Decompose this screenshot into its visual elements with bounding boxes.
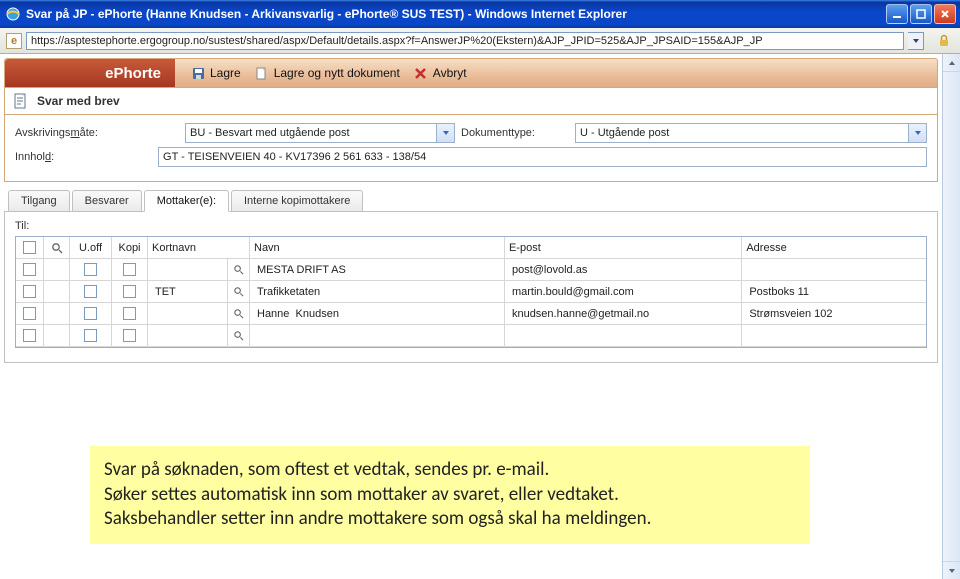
avskriv-select[interactable]: BU - Besvart med utgående post <box>185 123 455 143</box>
window-title: Svar på JP - ePhorte (Hanne Knudsen - Ar… <box>26 7 886 21</box>
page-icon: e <box>6 33 22 49</box>
row-kortnavn-input[interactable] <box>152 303 223 324</box>
close-button[interactable] <box>934 4 956 24</box>
url-dropdown-button[interactable] <box>908 32 924 50</box>
window-titlebar: Svar på JP - ePhorte (Hanne Knudsen - Ar… <box>0 0 960 28</box>
avskriv-label: Avskrivingsmåte: <box>15 127 185 139</box>
chevron-down-icon[interactable] <box>437 123 455 143</box>
save-icon <box>191 66 205 80</box>
row-kopi-checkbox[interactable] <box>112 281 148 302</box>
row-uoff-checkbox[interactable] <box>70 325 112 346</box>
save-and-new-button[interactable]: Lagre og nytt dokument <box>255 66 400 80</box>
header-adresse: Adresse <box>742 237 926 258</box>
row-epost-input[interactable] <box>509 303 737 324</box>
form-area: Avskrivingsmåte: BU - Besvart med utgåen… <box>4 115 938 182</box>
section-header: Svar med brev <box>4 88 938 115</box>
tabs: Tilgang Besvarer Mottaker(e): Interne ko… <box>4 190 938 212</box>
tab-interne-kopimottakere[interactable]: Interne kopimottakere <box>231 190 363 211</box>
new-doc-icon <box>255 66 269 80</box>
row-checkbox[interactable] <box>16 303 44 324</box>
search-icon[interactable] <box>228 259 250 280</box>
app-header: ePhorte Lagre Lagre og nytt dokument <box>4 58 938 88</box>
scroll-up-button[interactable] <box>943 54 960 72</box>
innhold-label: Innhold: <box>15 151 158 163</box>
table-row <box>16 281 926 303</box>
row-uoff-checkbox[interactable] <box>70 281 112 302</box>
chevron-down-icon[interactable] <box>909 123 927 143</box>
doktype-select[interactable]: U - Utgående post <box>575 123 927 143</box>
row-checkbox[interactable] <box>16 281 44 302</box>
header-select-all[interactable] <box>16 237 44 258</box>
row-kopi-checkbox[interactable] <box>112 259 148 280</box>
row-kortnavn-input[interactable] <box>152 325 223 346</box>
innhold-input[interactable] <box>158 147 927 167</box>
search-icon[interactable] <box>228 303 250 324</box>
document-icon <box>13 93 29 109</box>
row-adresse-input[interactable] <box>746 259 922 280</box>
search-icon[interactable] <box>44 237 70 258</box>
table-row <box>16 325 926 347</box>
callout-line: Søker settes automatisk inn som mottaker… <box>104 483 796 508</box>
row-checkbox[interactable] <box>16 325 44 346</box>
row-checkbox[interactable] <box>16 259 44 280</box>
url-input[interactable] <box>26 32 904 50</box>
table-row <box>16 259 926 281</box>
tab-besvarer[interactable]: Besvarer <box>72 190 142 211</box>
vertical-scrollbar[interactable] <box>942 54 960 579</box>
doktype-select-value: U - Utgående post <box>575 123 909 143</box>
header-uoff: U.off <box>70 237 112 258</box>
row-uoff-checkbox[interactable] <box>70 303 112 324</box>
tab-tilgang[interactable]: Tilgang <box>8 190 70 211</box>
doktype-label: Dokumenttype: <box>455 127 575 139</box>
cancel-label: Avbryt <box>433 66 467 80</box>
address-bar: e <box>0 28 960 54</box>
header-navn: Navn <box>250 237 505 258</box>
row-adresse-input[interactable] <box>746 325 922 346</box>
header-kopi: Kopi <box>112 237 148 258</box>
row-navn-input[interactable] <box>254 303 500 324</box>
row-kopi-checkbox[interactable] <box>112 325 148 346</box>
annotation-callout: Svar på søknaden, som oftest et vedtak, … <box>90 446 810 544</box>
ie-icon <box>4 5 22 23</box>
cancel-button[interactable]: Avbryt <box>414 66 467 80</box>
tab-mottaker[interactable]: Mottaker(e): <box>144 190 229 212</box>
row-navn-input[interactable] <box>254 259 500 280</box>
cancel-icon <box>414 66 428 80</box>
row-kopi-checkbox[interactable] <box>112 303 148 324</box>
row-adresse-input[interactable] <box>746 281 922 302</box>
row-kortnavn-input[interactable] <box>152 259 223 280</box>
save-label: Lagre <box>210 66 241 80</box>
recipients-panel: Til: U.off Kopi Kortnavn Navn E-post Adr… <box>4 212 938 363</box>
row-kortnavn-input[interactable] <box>152 281 223 302</box>
row-epost-input[interactable] <box>509 281 737 302</box>
header-kortnavn: Kortnavn <box>148 237 250 258</box>
row-epost-input[interactable] <box>509 259 737 280</box>
brand-logo: ePhorte <box>5 59 175 87</box>
maximize-button[interactable] <box>910 4 932 24</box>
header-epost: E-post <box>505 237 742 258</box>
search-icon[interactable] <box>228 281 250 302</box>
row-epost-input[interactable] <box>509 325 737 346</box>
search-icon[interactable] <box>228 325 250 346</box>
grid-header: U.off Kopi Kortnavn Navn E-post Adresse <box>16 237 926 259</box>
save-button[interactable]: Lagre <box>191 66 241 80</box>
scroll-down-button[interactable] <box>943 561 960 579</box>
minimize-button[interactable] <box>886 4 908 24</box>
table-row <box>16 303 926 325</box>
recipients-grid: U.off Kopi Kortnavn Navn E-post Adresse <box>15 236 927 348</box>
row-navn-input[interactable] <box>254 281 500 302</box>
save-and-new-label: Lagre og nytt dokument <box>274 66 400 80</box>
section-title: Svar med brev <box>37 94 120 108</box>
callout-line: Saksbehandler setter inn andre mottakere… <box>104 507 796 532</box>
row-navn-input[interactable] <box>254 325 500 346</box>
avskriv-select-value: BU - Besvart med utgående post <box>185 123 437 143</box>
row-adresse-input[interactable] <box>746 303 922 324</box>
til-label: Til: <box>15 220 927 232</box>
lock-icon <box>934 31 954 51</box>
callout-line: Svar på søknaden, som oftest et vedtak, … <box>104 458 796 483</box>
row-uoff-checkbox[interactable] <box>70 259 112 280</box>
